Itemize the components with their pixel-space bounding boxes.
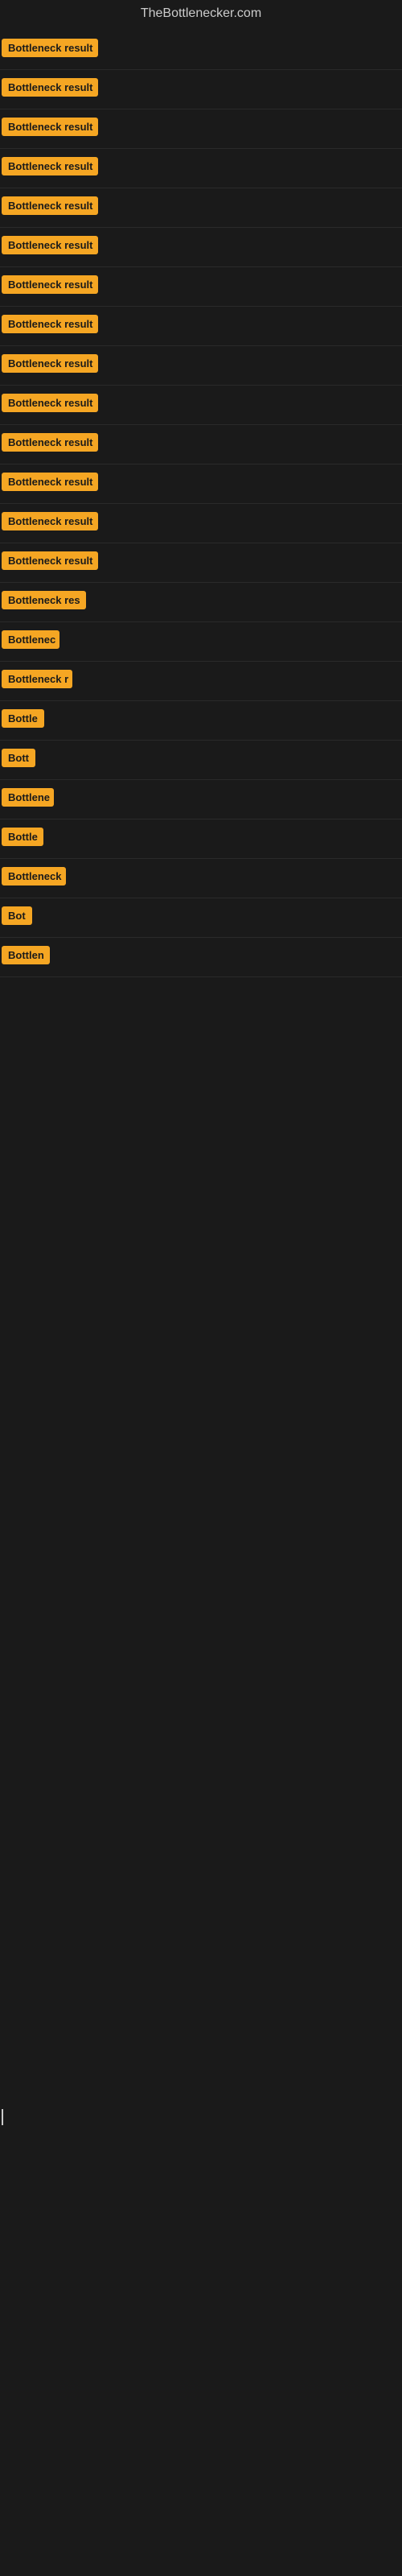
result-row[interactable]: Bottleneck result bbox=[0, 31, 402, 70]
bottleneck-badge[interactable]: Bottleneck result bbox=[2, 394, 98, 412]
result-row[interactable]: Bottleneck result bbox=[0, 346, 402, 386]
result-row[interactable]: Bottleneck result bbox=[0, 228, 402, 267]
result-row[interactable]: Bottleneck result bbox=[0, 464, 402, 504]
bottleneck-badge[interactable]: Bottle bbox=[2, 709, 44, 728]
bottleneck-badge[interactable]: Bottleneck result bbox=[2, 551, 98, 570]
result-row[interactable]: Bottleneck result bbox=[0, 307, 402, 346]
bottleneck-badge[interactable]: Bottleneck r bbox=[2, 670, 72, 688]
bottleneck-badge[interactable]: Bottleneck result bbox=[2, 78, 98, 97]
bottleneck-badge[interactable]: Bottleneck res bbox=[2, 591, 86, 609]
result-row[interactable]: Bottleneck result bbox=[0, 70, 402, 109]
results-container: Bottleneck result Bottleneck result Bottle… bbox=[0, 31, 402, 977]
bottleneck-badge[interactable]: Bottleneck result bbox=[2, 157, 98, 175]
bottleneck-badge[interactable]: Bottleneck result bbox=[2, 275, 98, 294]
result-row[interactable]: Bottlenec bbox=[0, 622, 402, 662]
result-row[interactable]: Bottleneck result bbox=[0, 425, 402, 464]
bottleneck-badge[interactable]: Bott bbox=[2, 749, 35, 767]
bottleneck-badge[interactable]: Bottleneck bbox=[2, 867, 66, 886]
result-row[interactable]: Bottleneck result bbox=[0, 386, 402, 425]
bottleneck-badge[interactable]: Bottlenec bbox=[2, 630, 59, 649]
result-row[interactable]: Bottleneck result bbox=[0, 504, 402, 543]
result-row[interactable]: Bott bbox=[0, 741, 402, 780]
result-row[interactable]: Bottle bbox=[0, 701, 402, 741]
bottleneck-badge[interactable]: Bottlen bbox=[2, 946, 50, 964]
bottleneck-badge[interactable]: Bottlene bbox=[2, 788, 54, 807]
bottleneck-badge[interactable]: Bottleneck result bbox=[2, 433, 98, 452]
result-row[interactable]: Bottleneck bbox=[0, 859, 402, 898]
result-row[interactable]: Bottleneck result bbox=[0, 267, 402, 307]
result-row[interactable]: Bottleneck result bbox=[0, 109, 402, 149]
result-row[interactable]: Bottleneck result bbox=[0, 543, 402, 583]
bottleneck-badge[interactable]: Bottleneck result bbox=[2, 354, 98, 373]
result-row[interactable]: Bottlen bbox=[0, 938, 402, 977]
bottleneck-badge[interactable]: Bottle bbox=[2, 828, 43, 846]
bottleneck-badge[interactable]: Bottleneck result bbox=[2, 473, 98, 491]
result-row[interactable]: Bottleneck res bbox=[0, 583, 402, 622]
bottleneck-badge[interactable]: Bottleneck result bbox=[2, 196, 98, 215]
result-row[interactable]: Bottlene bbox=[0, 780, 402, 819]
result-row[interactable]: Bottleneck r bbox=[0, 662, 402, 701]
bottleneck-badge[interactable]: Bottleneck result bbox=[2, 39, 98, 57]
bottleneck-badge[interactable]: Bottleneck result bbox=[2, 118, 98, 136]
bottleneck-badge[interactable]: Bottleneck result bbox=[2, 315, 98, 333]
result-row[interactable]: Bottleneck result bbox=[0, 188, 402, 228]
site-title: TheBottlenecker.com bbox=[0, 0, 402, 31]
bottleneck-badge[interactable]: Bottleneck result bbox=[2, 236, 98, 254]
cursor bbox=[2, 2109, 3, 2125]
bottleneck-badge[interactable]: Bottleneck result bbox=[2, 512, 98, 530]
result-row[interactable]: Bot bbox=[0, 898, 402, 938]
result-row[interactable]: Bottle bbox=[0, 819, 402, 859]
bottleneck-badge[interactable]: Bot bbox=[2, 906, 32, 925]
result-row[interactable]: Bottleneck result bbox=[0, 149, 402, 188]
